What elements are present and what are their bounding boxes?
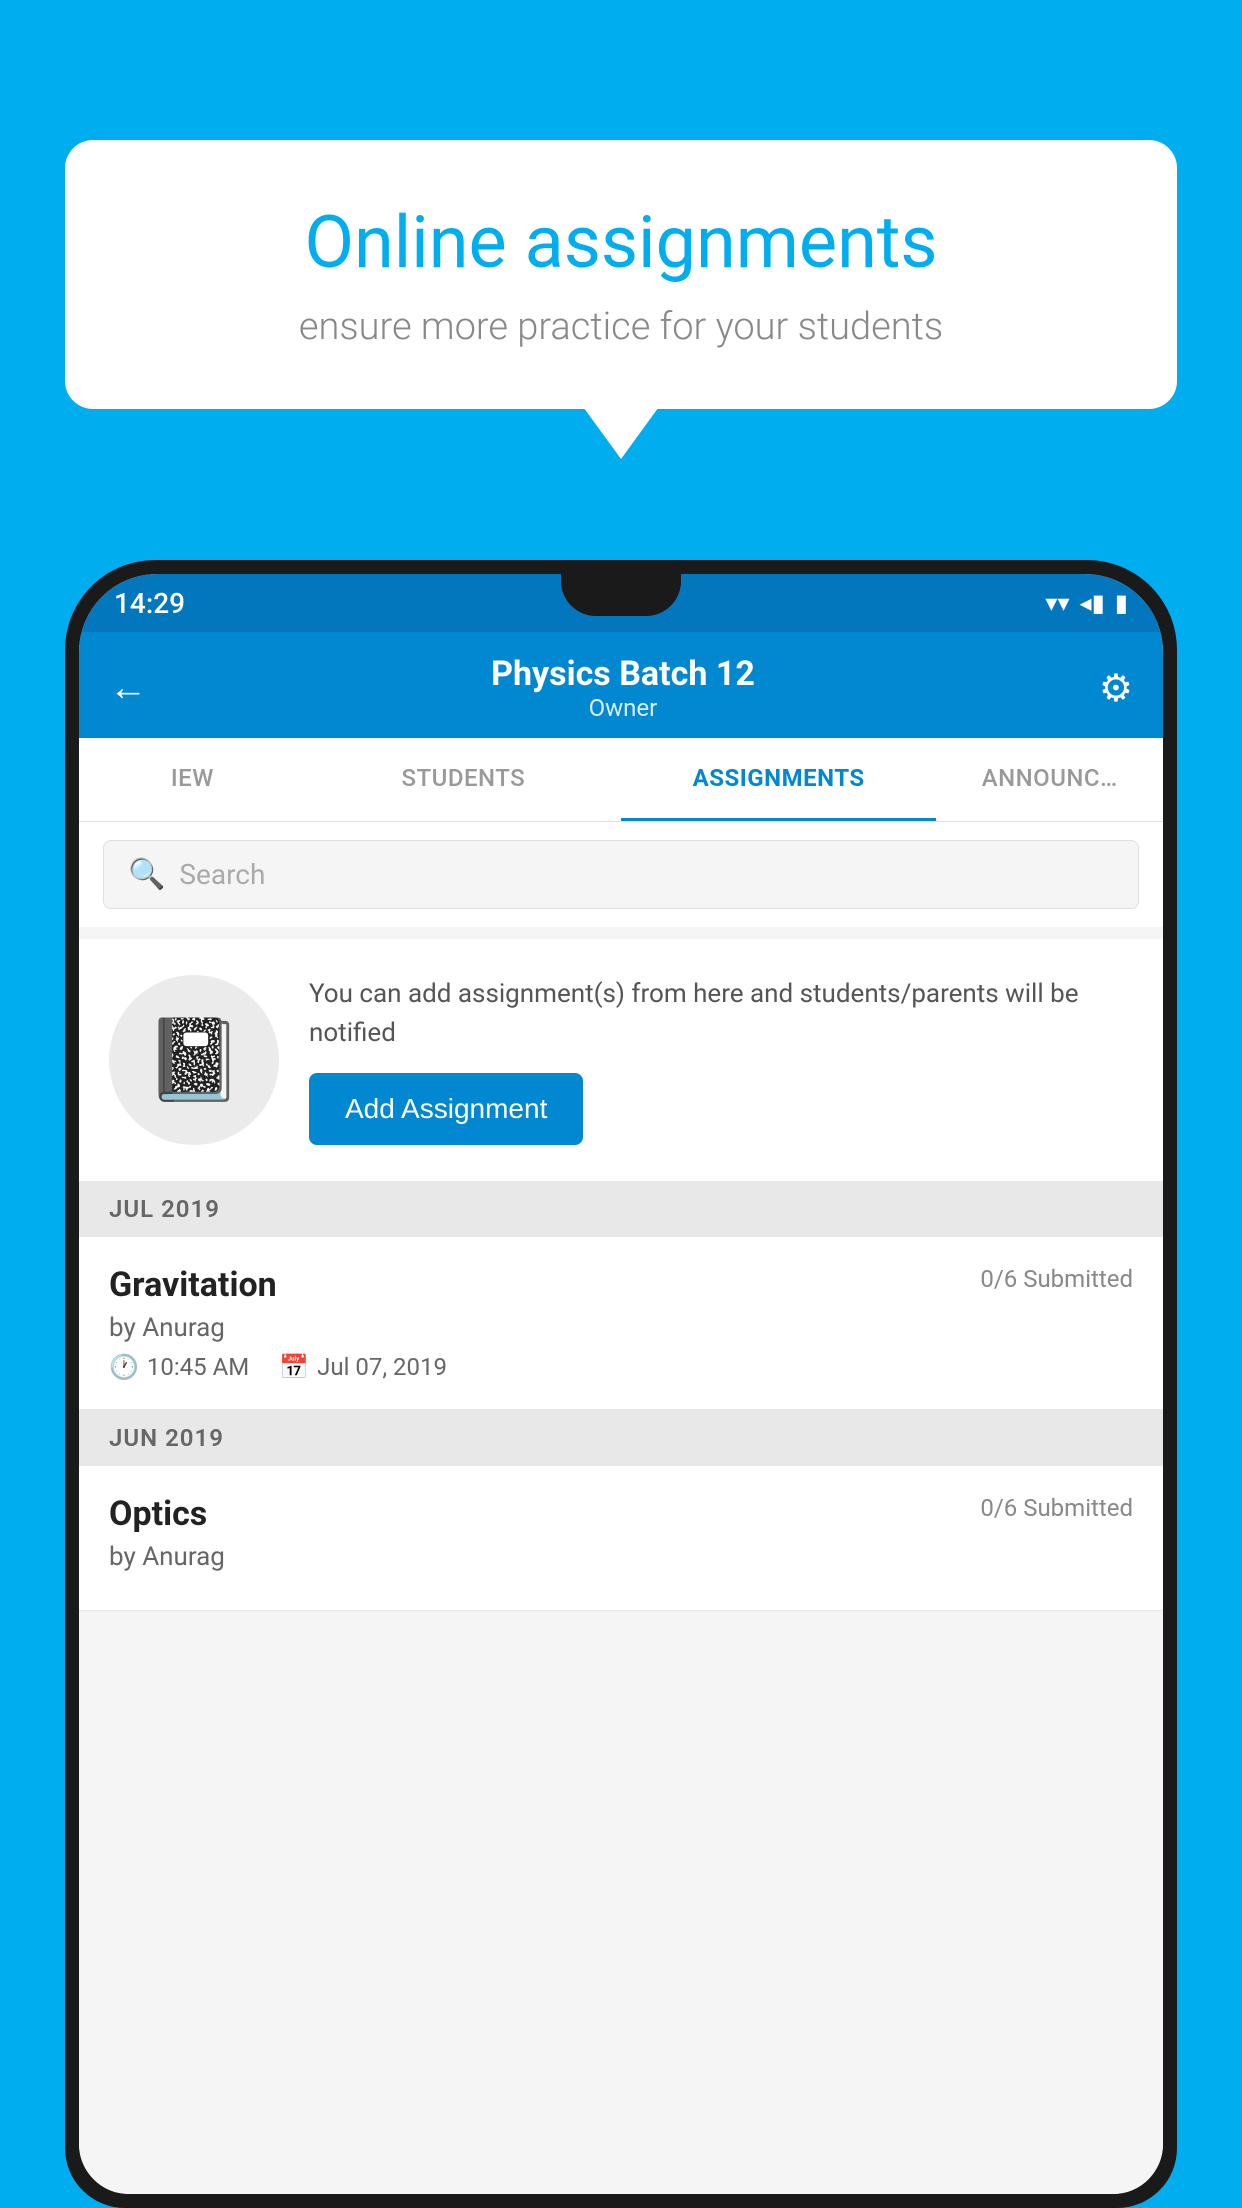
assignment-date: 📅 Jul 07, 2019 <box>279 1353 447 1381</box>
battery-icon: ▮ <box>1115 589 1128 617</box>
tab-assignments[interactable]: ASSIGNMENTS <box>621 738 936 821</box>
assignment-by-optics: by Anurag <box>109 1542 1133 1572</box>
section-header-jul: JUL 2019 <box>79 1181 1163 1237</box>
speech-bubble: Online assignments ensure more practice … <box>65 140 1177 409</box>
assignment-submitted: 0/6 Submitted <box>980 1265 1133 1293</box>
content-area: 🔍 Search 📓 You can add assignment(s) fro… <box>79 822 1163 2194</box>
notebook-icon: 📓 <box>144 1013 244 1107</box>
bubble-subtitle: ensure more practice for your students <box>135 305 1107 349</box>
phone-inner: 14:29 ▾▾ ◂▮ ▮ ← Physics Batch 12 Owner ⚙… <box>73 568 1169 2200</box>
tab-announcements[interactable]: ANNOUNC… <box>936 738 1163 821</box>
wifi-icon: ▾▾ <box>1045 589 1069 617</box>
speech-bubble-container: Online assignments ensure more practice … <box>65 140 1177 409</box>
assignment-name: Gravitation <box>109 1265 277 1305</box>
header-title: Physics Batch 12 <box>491 654 755 694</box>
search-placeholder: Search <box>179 858 265 891</box>
notch <box>561 574 681 616</box>
promo-description: You can add assignment(s) from here and … <box>309 975 1133 1053</box>
clock-icon: 🕐 <box>109 1353 139 1381</box>
assignment-date-value: Jul 07, 2019 <box>317 1353 447 1381</box>
settings-icon[interactable]: ⚙ <box>1099 666 1133 711</box>
calendar-icon: 📅 <box>279 1353 309 1381</box>
add-assignment-button[interactable]: Add Assignment <box>309 1073 583 1145</box>
assignment-item-optics[interactable]: Optics 0/6 Submitted by Anurag <box>79 1466 1163 1611</box>
search-bar[interactable]: 🔍 Search <box>103 840 1139 909</box>
header-center: Physics Batch 12 Owner <box>491 654 755 722</box>
status-bar: 14:29 ▾▾ ◂▮ ▮ <box>79 574 1163 632</box>
status-time: 14:29 <box>114 587 185 620</box>
promo-card: 📓 You can add assignment(s) from here an… <box>79 939 1163 1181</box>
promo-icon-circle: 📓 <box>109 975 279 1145</box>
signal-icon: ◂▮ <box>1080 589 1105 617</box>
assignment-by: by Anurag <box>109 1313 1133 1343</box>
assignment-time: 🕐 10:45 AM <box>109 1353 249 1381</box>
assignment-name-optics: Optics <box>109 1494 207 1534</box>
assignment-top-optics: Optics 0/6 Submitted <box>109 1494 1133 1534</box>
status-icons: ▾▾ ◂▮ ▮ <box>1045 589 1128 617</box>
assignment-meta: 🕐 10:45 AM 📅 Jul 07, 2019 <box>109 1353 1133 1381</box>
assignment-top: Gravitation 0/6 Submitted <box>109 1265 1133 1305</box>
bubble-title: Online assignments <box>135 200 1107 285</box>
tabs-container: IEW STUDENTS ASSIGNMENTS ANNOUNC… <box>79 738 1163 822</box>
section-header-jun: JUN 2019 <box>79 1410 1163 1466</box>
tab-students[interactable]: STUDENTS <box>306 738 621 821</box>
phone-screen: 14:29 ▾▾ ◂▮ ▮ ← Physics Batch 12 Owner ⚙… <box>79 574 1163 2194</box>
search-bar-wrapper: 🔍 Search <box>79 822 1163 927</box>
assignment-time-value: 10:45 AM <box>147 1353 249 1381</box>
app-header: ← Physics Batch 12 Owner ⚙ <box>79 632 1163 738</box>
tab-iew[interactable]: IEW <box>79 738 306 821</box>
header-subtitle: Owner <box>491 694 755 722</box>
phone-frame: 14:29 ▾▾ ◂▮ ▮ ← Physics Batch 12 Owner ⚙… <box>65 560 1177 2208</box>
search-icon: 🔍 <box>128 857 165 892</box>
assignment-submitted-optics: 0/6 Submitted <box>980 1494 1133 1522</box>
assignment-item-gravitation[interactable]: Gravitation 0/6 Submitted by Anurag 🕐 10… <box>79 1237 1163 1410</box>
back-button[interactable]: ← <box>109 666 147 710</box>
promo-text-area: You can add assignment(s) from here and … <box>309 975 1133 1145</box>
